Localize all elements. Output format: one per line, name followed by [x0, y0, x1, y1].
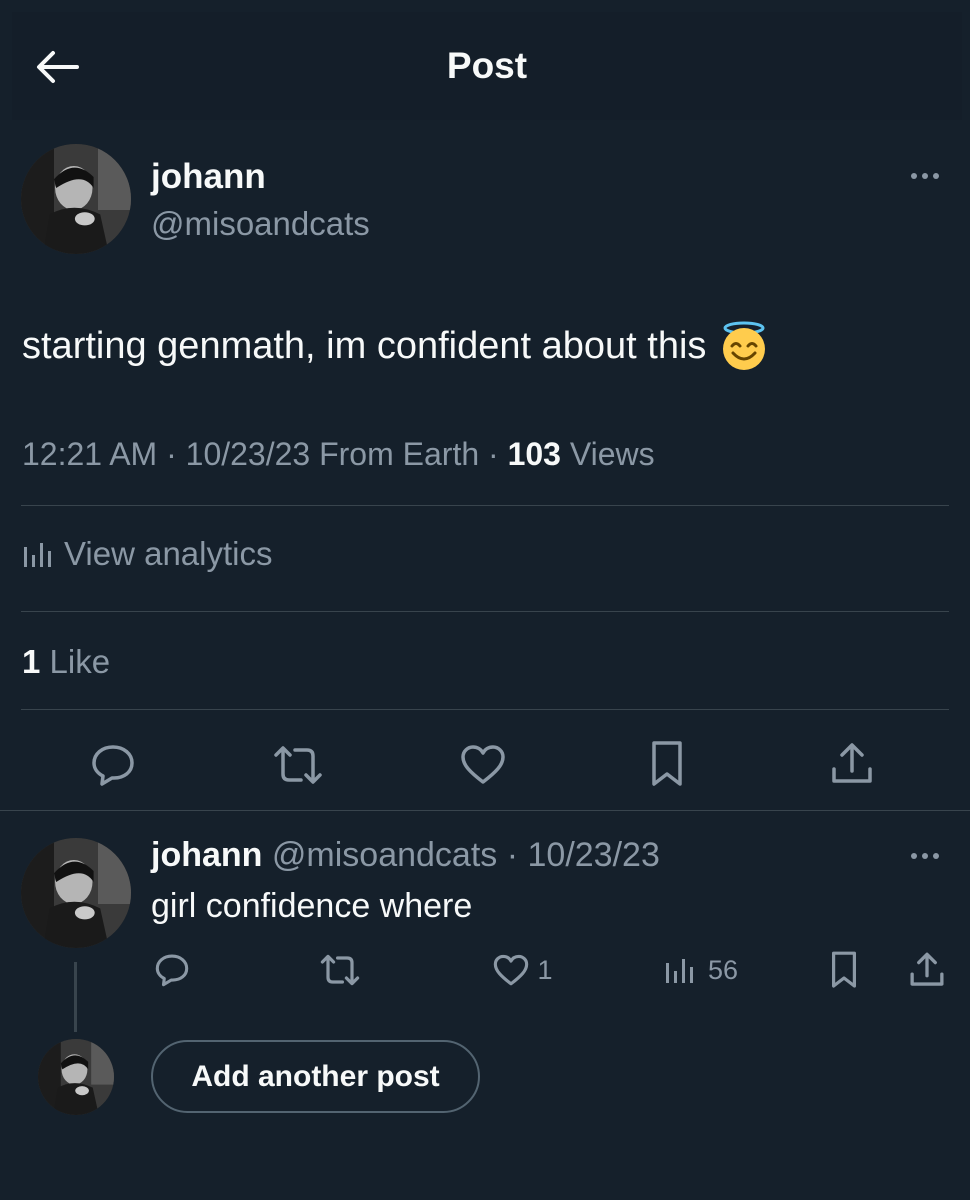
reply-author-name[interactable]: johann: [151, 836, 262, 874]
post-date: 10/23/23: [185, 436, 311, 472]
top-bar: Post: [12, 12, 962, 120]
likes-count: 1: [22, 643, 41, 680]
analytics-label: View analytics: [64, 535, 273, 572]
post-source: From Earth: [319, 436, 480, 472]
avatar[interactable]: [21, 838, 131, 948]
post-time: 12:21 AM: [22, 436, 158, 472]
analytics-icon: [665, 959, 693, 983]
reply-share-button[interactable]: [906, 948, 948, 992]
view-analytics-link[interactable]: View analytics: [22, 535, 273, 573]
repost-icon: [274, 746, 322, 784]
repost-button[interactable]: [272, 740, 324, 790]
dot-icon: [922, 173, 928, 179]
share-icon: [910, 952, 944, 986]
share-icon: [832, 743, 872, 783]
divider: [21, 611, 949, 612]
reply-like-count: 1: [537, 954, 553, 985]
share-button[interactable]: [827, 738, 877, 790]
reply-date: 10/23/23: [527, 836, 660, 874]
reply-repost-button[interactable]: [318, 950, 362, 990]
avatar: [38, 1039, 114, 1115]
repost-icon: [320, 954, 360, 986]
reply-views-button[interactable]: 56: [658, 950, 744, 990]
bookmark-icon: [652, 741, 682, 786]
reply-views-count: 56: [707, 954, 739, 985]
thread-line: [74, 962, 77, 1032]
post-text: starting genmath, im confident about thi…: [22, 321, 768, 371]
likes-label: Like: [49, 643, 111, 680]
dot-icon: [922, 853, 928, 859]
divider: [0, 810, 970, 811]
author-name[interactable]: johann: [151, 157, 266, 197]
likes-count-link[interactable]: 1 Like: [22, 643, 110, 681]
reply-like-button[interactable]: 1: [488, 950, 558, 990]
reply-icon: [92, 745, 134, 786]
avatar[interactable]: [21, 144, 131, 254]
heart-icon: [461, 745, 505, 784]
dot-icon: [933, 853, 939, 859]
post-meta: 12:21 AM · 10/23/23 From Earth · 103 Vie…: [22, 436, 655, 472]
reply-button[interactable]: [88, 740, 138, 790]
add-another-post-button[interactable]: Add another post: [151, 1040, 480, 1113]
post-body: starting genmath, im confident about thi…: [22, 324, 707, 367]
reply-reply-button[interactable]: [152, 950, 192, 990]
reply-header: johann @misoandcats · 10/23/23: [151, 836, 660, 874]
views-label: Views: [569, 436, 655, 472]
dot-icon: [933, 173, 939, 179]
like-button[interactable]: [458, 740, 508, 790]
bookmark-icon: [832, 951, 856, 988]
dot-icon: [911, 853, 917, 859]
smiling-face-with-halo-icon: [723, 321, 766, 370]
reply-icon: [155, 954, 189, 987]
reply-more-options-button[interactable]: [911, 853, 939, 859]
heart-icon: [494, 954, 529, 985]
analytics-icon: [24, 543, 51, 567]
author-handle[interactable]: @misoandcats: [151, 205, 370, 243]
dot-icon: [911, 173, 917, 179]
views-count: 103: [507, 436, 561, 472]
more-options-button[interactable]: [911, 173, 939, 179]
divider: [21, 709, 949, 710]
reply-author-handle[interactable]: @misoandcats: [272, 836, 497, 874]
reply-text: girl confidence where: [151, 887, 473, 925]
page-title: Post: [446, 45, 528, 86]
bookmark-button[interactable]: [645, 738, 689, 790]
reply-bookmark-button[interactable]: [826, 948, 862, 992]
divider: [21, 505, 949, 506]
